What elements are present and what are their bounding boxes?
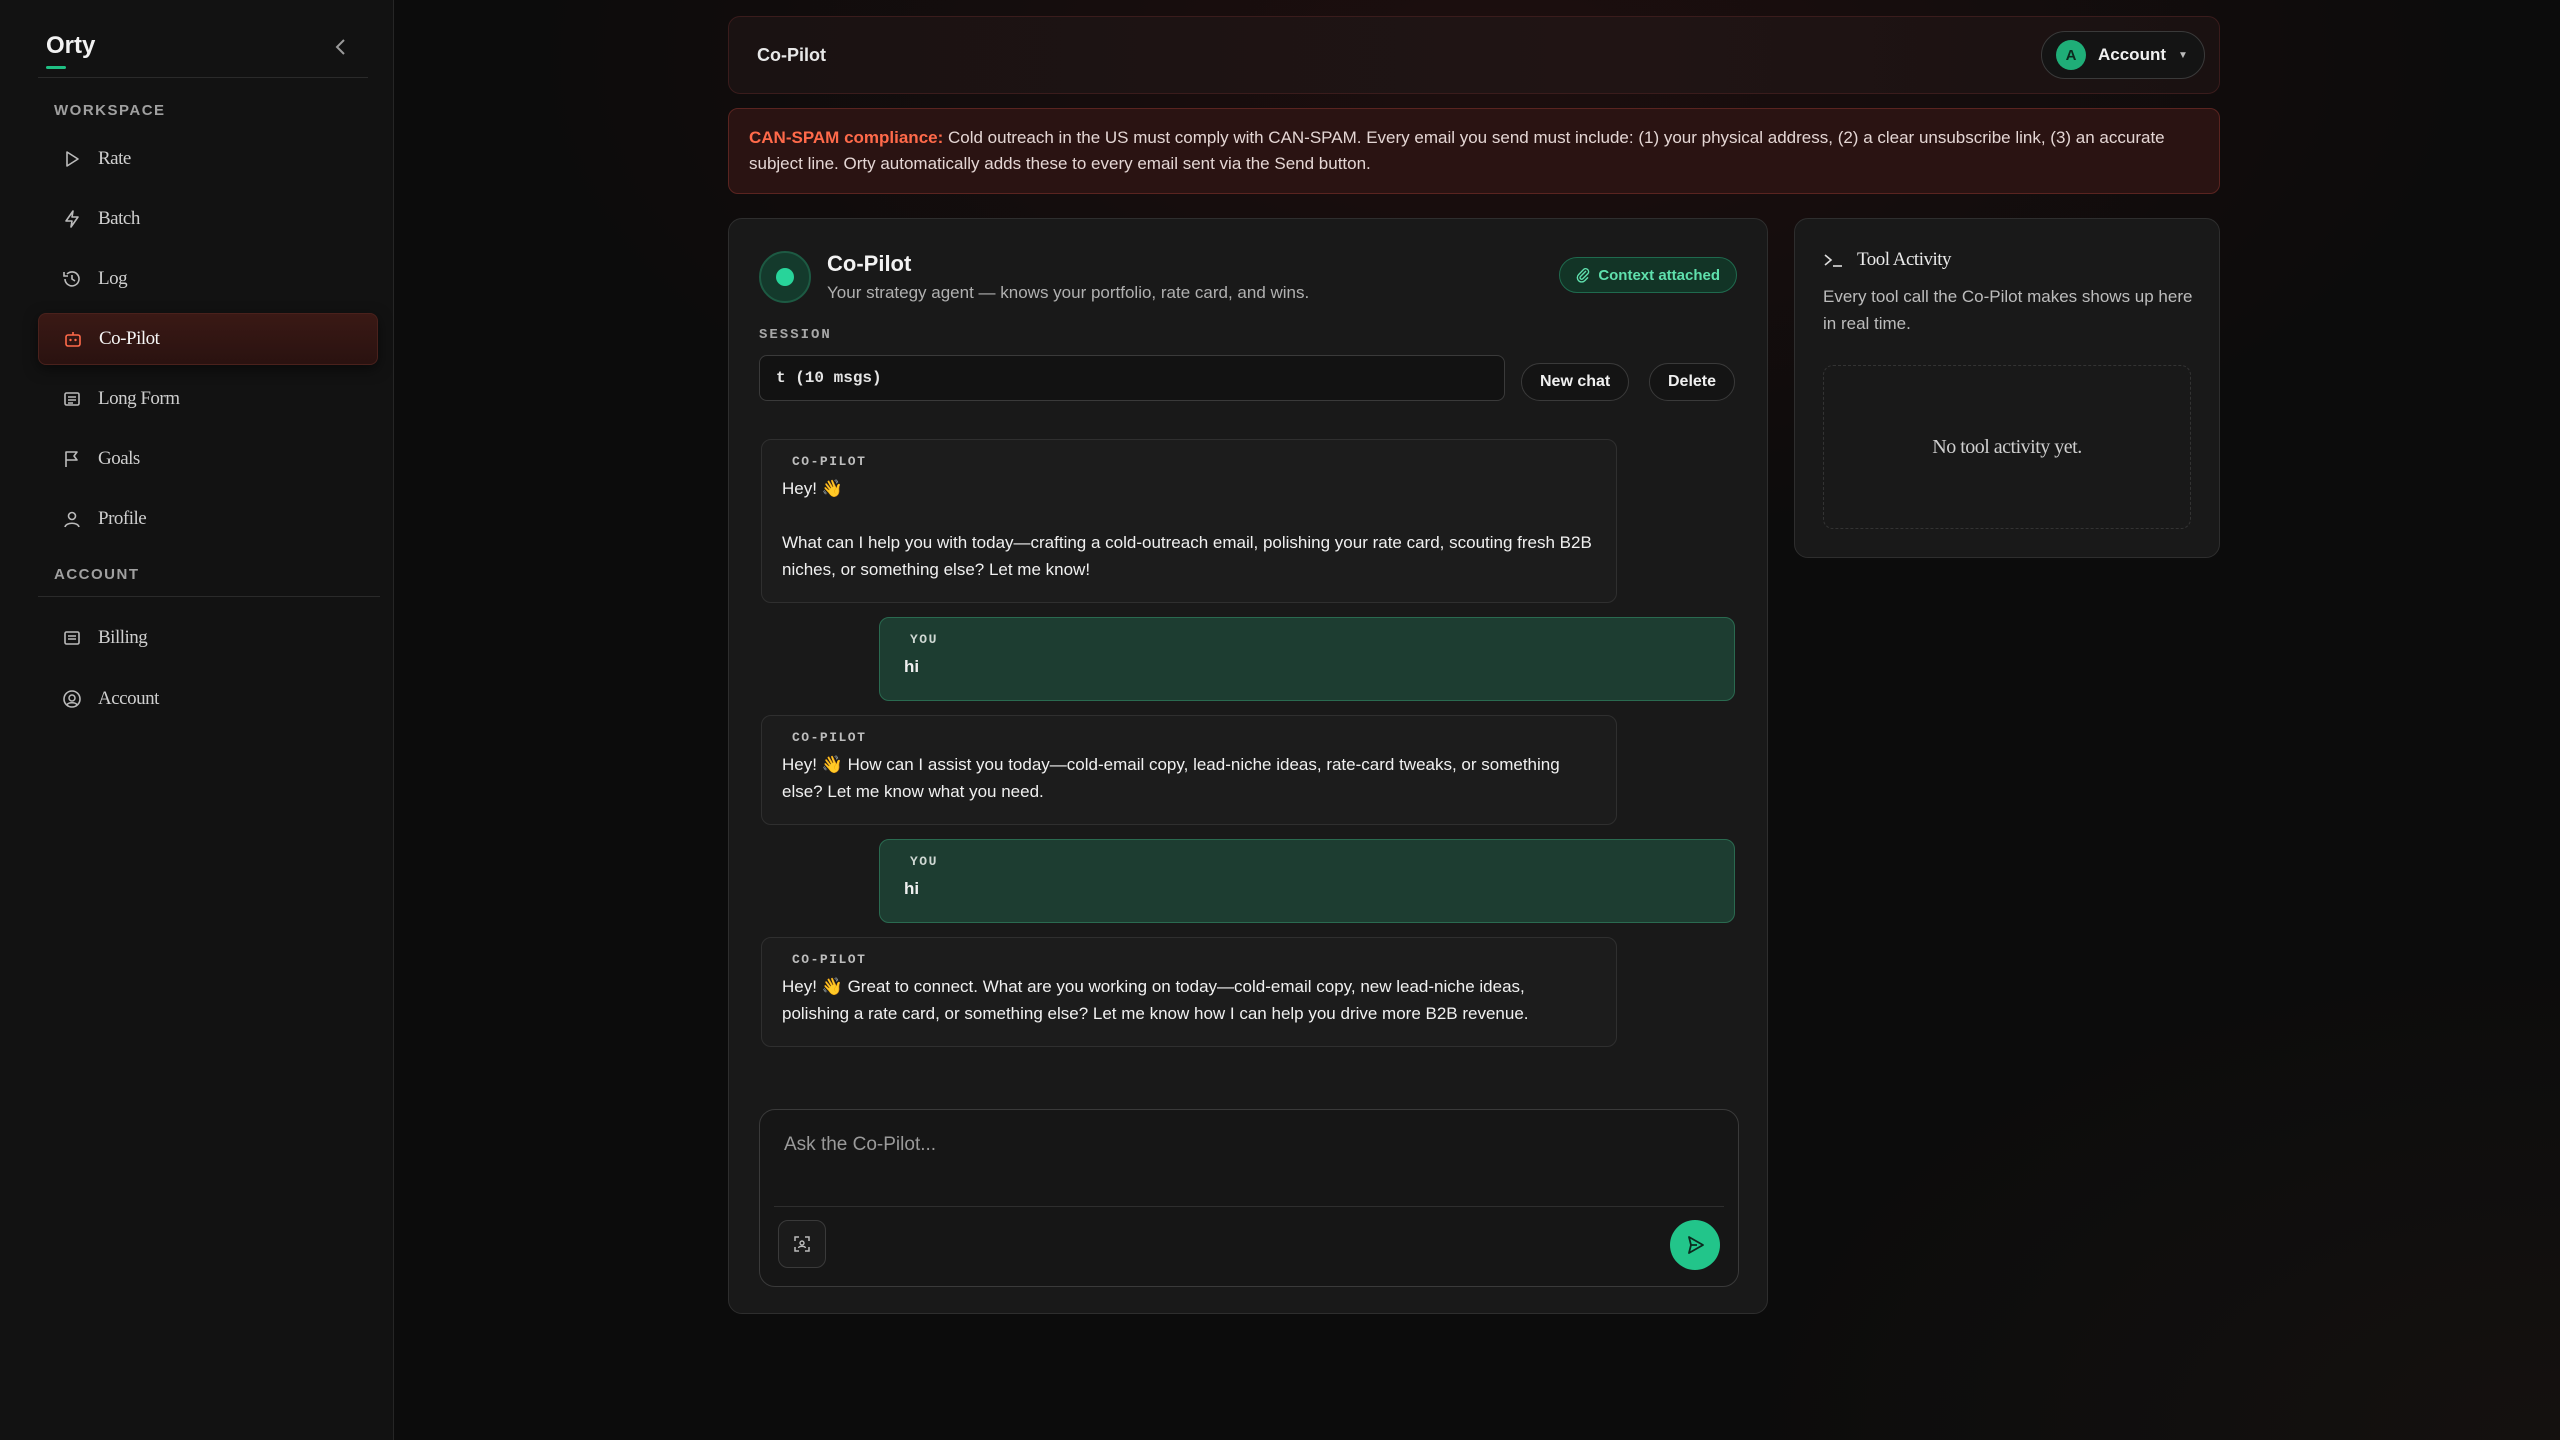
section-divider: [38, 596, 380, 597]
alert-text: Cold outreach in the US must comply with…: [749, 128, 2165, 173]
sidebar-item-label: Goals: [98, 448, 140, 469]
top-bar: Co-Pilot A Account ▼: [728, 16, 2220, 94]
sidebar-item-label: Long Form: [98, 388, 180, 409]
alert-title: CAN-SPAM compliance:: [749, 128, 944, 147]
collapse-sidebar-button[interactable]: [326, 32, 356, 62]
tool-activity-panel: Tool Activity Every tool call the Co-Pil…: [1794, 218, 2220, 558]
sidebar-item-label: Batch: [98, 208, 140, 229]
sidebar-item-label: Account: [98, 688, 159, 709]
composer-divider: [774, 1206, 1724, 1207]
message-text: hi: [904, 657, 920, 676]
message-text: Hey! 👋 What can I help you with today—cr…: [782, 479, 1592, 579]
document-icon: [60, 387, 84, 411]
message-text: Hey! 👋 How can I assist you today—cold-e…: [782, 755, 1560, 801]
account-menu-label: Account: [2098, 45, 2166, 64]
chat-message-user: YOU hi: [879, 839, 1735, 923]
sidebar-item-log[interactable]: Log: [38, 253, 378, 305]
send-icon: [1688, 1236, 1704, 1254]
account-section-label: ACCOUNT: [54, 566, 140, 583]
sidebar-item-account[interactable]: Account: [38, 673, 378, 725]
sidebar-item-label: Profile: [98, 508, 147, 529]
message-role: CO-PILOT: [792, 730, 867, 745]
sidebar-item-profile[interactable]: Profile: [38, 493, 378, 545]
message-role: CO-PILOT: [792, 454, 867, 469]
message-input[interactable]: [772, 1118, 1726, 1210]
sidebar-item-label: Billing: [98, 627, 148, 648]
avatar: A: [2056, 40, 2086, 70]
sidebar-item-goals[interactable]: Goals: [38, 433, 378, 485]
can-spam-alert: CAN-SPAM compliance: Cold outreach in th…: [728, 108, 2220, 194]
chat-message-bot: CO-PILOT Hey! 👋 How can I assist you tod…: [761, 715, 1617, 825]
tool-activity-title: Tool Activity: [1857, 249, 1952, 270]
brand-logo: Orty: [46, 32, 96, 59]
page-title: Co-Pilot: [757, 45, 826, 65]
session-select[interactable]: t (10 msgs): [759, 355, 1505, 401]
tool-activity-description: Every tool call the Co-Pilot makes shows…: [1823, 287, 2193, 333]
message-role: YOU: [910, 632, 938, 647]
terminal-icon: [1824, 254, 1842, 267]
brand-row: Orty: [38, 26, 368, 78]
sidebar-item-label: Rate: [98, 148, 131, 169]
workspace-section-label: WORKSPACE: [54, 102, 166, 119]
brand-underline: [46, 66, 66, 69]
message-composer: [759, 1109, 1739, 1287]
session-select-value: t (10 msgs): [776, 369, 882, 387]
chevron-left-icon: [335, 39, 345, 55]
robot-icon: [61, 327, 85, 351]
history-icon: [60, 267, 84, 291]
play-icon: [60, 147, 84, 171]
sidebar-item-batch[interactable]: Batch: [38, 193, 378, 245]
co-pilot-status-icon: [759, 251, 811, 303]
sidebar-item-co-pilot[interactable]: Co-Pilot: [38, 313, 378, 365]
sidebar-item-billing[interactable]: Billing: [38, 612, 378, 664]
message-text: Hey! 👋 Great to connect. What are you wo…: [782, 977, 1529, 1023]
new-chat-button[interactable]: New chat: [1521, 363, 1630, 401]
chat-panel: Co-Pilot Your strategy agent — knows you…: [728, 218, 1768, 1314]
sidebar-item-rate[interactable]: Rate: [38, 133, 378, 185]
send-button[interactable]: [1670, 1220, 1720, 1270]
screenshot-icon: [794, 1236, 810, 1252]
screenshot-button[interactable]: [778, 1220, 826, 1268]
user-icon: [60, 507, 84, 531]
tool-activity-header: Tool Activity: [1823, 249, 1952, 271]
delete-button[interactable]: Delete: [1649, 363, 1736, 401]
sidebar-item-label: Co-Pilot: [99, 328, 160, 349]
session-label: SESSION: [759, 327, 832, 343]
account-circle-icon: [60, 687, 84, 711]
chat-title: Co-Pilot: [827, 251, 912, 276]
message-role: CO-PILOT: [792, 952, 867, 967]
sidebar: Orty WORKSPACE Rate Batch Log Co-Pilot L…: [0, 0, 394, 1440]
context-attached-badge[interactable]: Context attached: [1559, 257, 1737, 293]
sidebar-item-long-form[interactable]: Long Form: [38, 373, 378, 425]
bolt-icon: [60, 207, 84, 231]
message-role: YOU: [910, 854, 938, 869]
flag-icon: [60, 447, 84, 471]
context-badge-label: Context attached: [1598, 266, 1720, 284]
chat-message-bot: CO-PILOT Hey! 👋 Great to connect. What a…: [761, 937, 1617, 1047]
caret-down-icon: ▼: [2178, 49, 2188, 61]
account-menu-button[interactable]: A Account ▼: [2041, 31, 2205, 79]
billing-icon: [60, 626, 84, 650]
sidebar-item-label: Log: [98, 268, 128, 289]
message-text: hi: [904, 879, 920, 898]
chat-subtitle: Your strategy agent — knows your portfol…: [827, 283, 1310, 302]
chat-message-user: YOU hi: [879, 617, 1735, 701]
paperclip-icon: [1576, 267, 1590, 283]
chat-message-bot: CO-PILOT Hey! 👋 What can I help you with…: [761, 439, 1617, 603]
tool-activity-empty: No tool activity yet.: [1823, 365, 2191, 529]
